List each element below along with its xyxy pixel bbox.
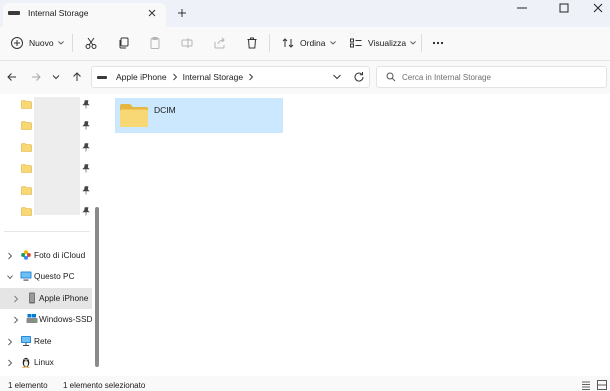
tiles-view-icon[interactable]	[597, 380, 607, 390]
sidebar-scrollbar-thumb[interactable]	[95, 207, 99, 367]
sidebar-item-label: Windows-SSD	[39, 314, 93, 324]
pin-icon	[82, 186, 90, 195]
folder-icon	[21, 143, 32, 152]
pin-icon	[82, 143, 90, 152]
search-icon	[386, 72, 396, 82]
drive-icon	[97, 75, 107, 79]
pin-icon	[82, 207, 90, 216]
view-button[interactable]: Visualizza	[349, 35, 416, 51]
search-input[interactable]	[402, 71, 602, 83]
sort-icon	[282, 38, 294, 48]
view-button-label: Visualizza	[368, 38, 407, 48]
drive-icon	[26, 314, 38, 323]
folder-icon	[21, 121, 32, 130]
pin-icon	[82, 121, 90, 130]
chevron-right-icon[interactable]	[7, 338, 13, 346]
folder-icon	[21, 207, 32, 216]
pin-icon	[82, 100, 90, 109]
sidebar-item-label: Apple iPhone	[39, 293, 89, 303]
breadcrumb-item-internal-storage[interactable]: Internal Storage	[183, 72, 243, 82]
delete-icon[interactable]	[245, 36, 259, 50]
sidebar-item-label: Rete	[34, 336, 52, 346]
sidebar-item-label: Linux	[34, 357, 54, 367]
file-list-area[interactable]	[105, 94, 610, 374]
back-arrow-icon[interactable]	[6, 71, 18, 83]
sort-button-label: Ordina	[300, 38, 326, 48]
add-circle-icon	[11, 37, 23, 49]
toolbar-divider	[421, 34, 422, 52]
chevron-right-icon[interactable]	[13, 295, 19, 303]
maximize-icon[interactable]	[556, 1, 572, 15]
toolbar-divider	[269, 34, 270, 52]
quick-access-item[interactable]	[0, 139, 92, 157]
sidebar-item-apple-iphone[interactable]: Apple iPhone	[0, 288, 92, 309]
sidebar-item-network[interactable]: Rete	[0, 331, 92, 352]
icloud-photos-icon	[21, 250, 31, 260]
sidebar-item-label: Foto di iCloud	[34, 250, 86, 260]
close-tab-icon[interactable]	[146, 7, 158, 19]
chevron-right-icon[interactable]	[248, 73, 254, 81]
sidebar-item-windows-ssd[interactable]: Windows-SSD	[0, 309, 92, 330]
chevron-down-icon[interactable]	[7, 273, 13, 281]
rename-icon[interactable]	[180, 36, 194, 50]
close-window-icon[interactable]	[590, 1, 606, 15]
network-icon	[21, 336, 31, 346]
folder-name: DCIM	[154, 105, 176, 115]
chevron-right-icon[interactable]	[13, 316, 19, 324]
recent-locations-chevron-icon[interactable]	[50, 71, 62, 83]
view-list-icon	[350, 38, 362, 48]
quick-access-item[interactable]	[0, 160, 92, 178]
chevron-down-icon	[410, 41, 416, 45]
forward-arrow-icon[interactable]	[30, 71, 42, 83]
quick-access-item[interactable]	[0, 203, 92, 221]
chevron-right-icon[interactable]	[172, 73, 178, 81]
new-tab-plus-icon[interactable]	[176, 7, 188, 19]
sidebar-item-linux[interactable]: Linux	[0, 352, 92, 373]
folder-icon	[21, 164, 32, 173]
folder-icon	[21, 186, 32, 195]
share-icon[interactable]	[213, 36, 227, 50]
breadcrumb: Apple iPhone Internal Storage	[97, 72, 259, 82]
breadcrumb-item-apple-iphone[interactable]: Apple iPhone	[116, 72, 167, 82]
selection-count: 1 elemento selezionato	[63, 381, 146, 390]
refresh-icon[interactable]	[353, 71, 365, 83]
folder-icon	[21, 100, 32, 109]
sidebar-item-this-pc[interactable]: Questo PC	[0, 266, 92, 287]
folder-icon	[120, 104, 148, 127]
chevron-down-icon	[329, 41, 336, 45]
navigation-divider	[4, 231, 90, 232]
chevron-down-icon	[57, 41, 64, 45]
chevron-right-icon[interactable]	[7, 359, 13, 367]
toolbar-divider	[72, 34, 73, 52]
tab-title: Internal Storage	[28, 8, 89, 18]
drive-icon	[8, 11, 20, 15]
sort-button[interactable]: Ordina	[281, 35, 336, 51]
details-view-icon[interactable]	[581, 380, 591, 390]
up-arrow-icon[interactable]	[71, 71, 83, 83]
new-button[interactable]: Nuovo	[10, 35, 64, 51]
this-pc-icon	[20, 271, 32, 281]
quick-access-item[interactable]	[0, 96, 92, 114]
sidebar-item-label: Questo PC	[34, 271, 75, 281]
iphone-icon	[29, 292, 35, 304]
new-button-label: Nuovo	[29, 38, 54, 48]
pin-icon	[82, 164, 90, 173]
quick-access-item[interactable]	[0, 182, 92, 200]
cut-icon[interactable]	[84, 36, 98, 50]
linux-icon	[22, 357, 30, 368]
chevron-right-icon[interactable]	[7, 252, 13, 260]
copy-icon[interactable]	[117, 36, 131, 50]
paste-icon[interactable]	[148, 36, 162, 50]
item-count: 1 elemento	[8, 381, 48, 390]
sidebar-item-icloud-photos[interactable]: Foto di iCloud	[0, 245, 92, 266]
more-options-icon[interactable]	[431, 36, 445, 50]
address-history-chevron-icon[interactable]	[332, 72, 342, 82]
quick-access-item[interactable]	[0, 117, 92, 135]
minimize-icon[interactable]	[514, 1, 530, 15]
